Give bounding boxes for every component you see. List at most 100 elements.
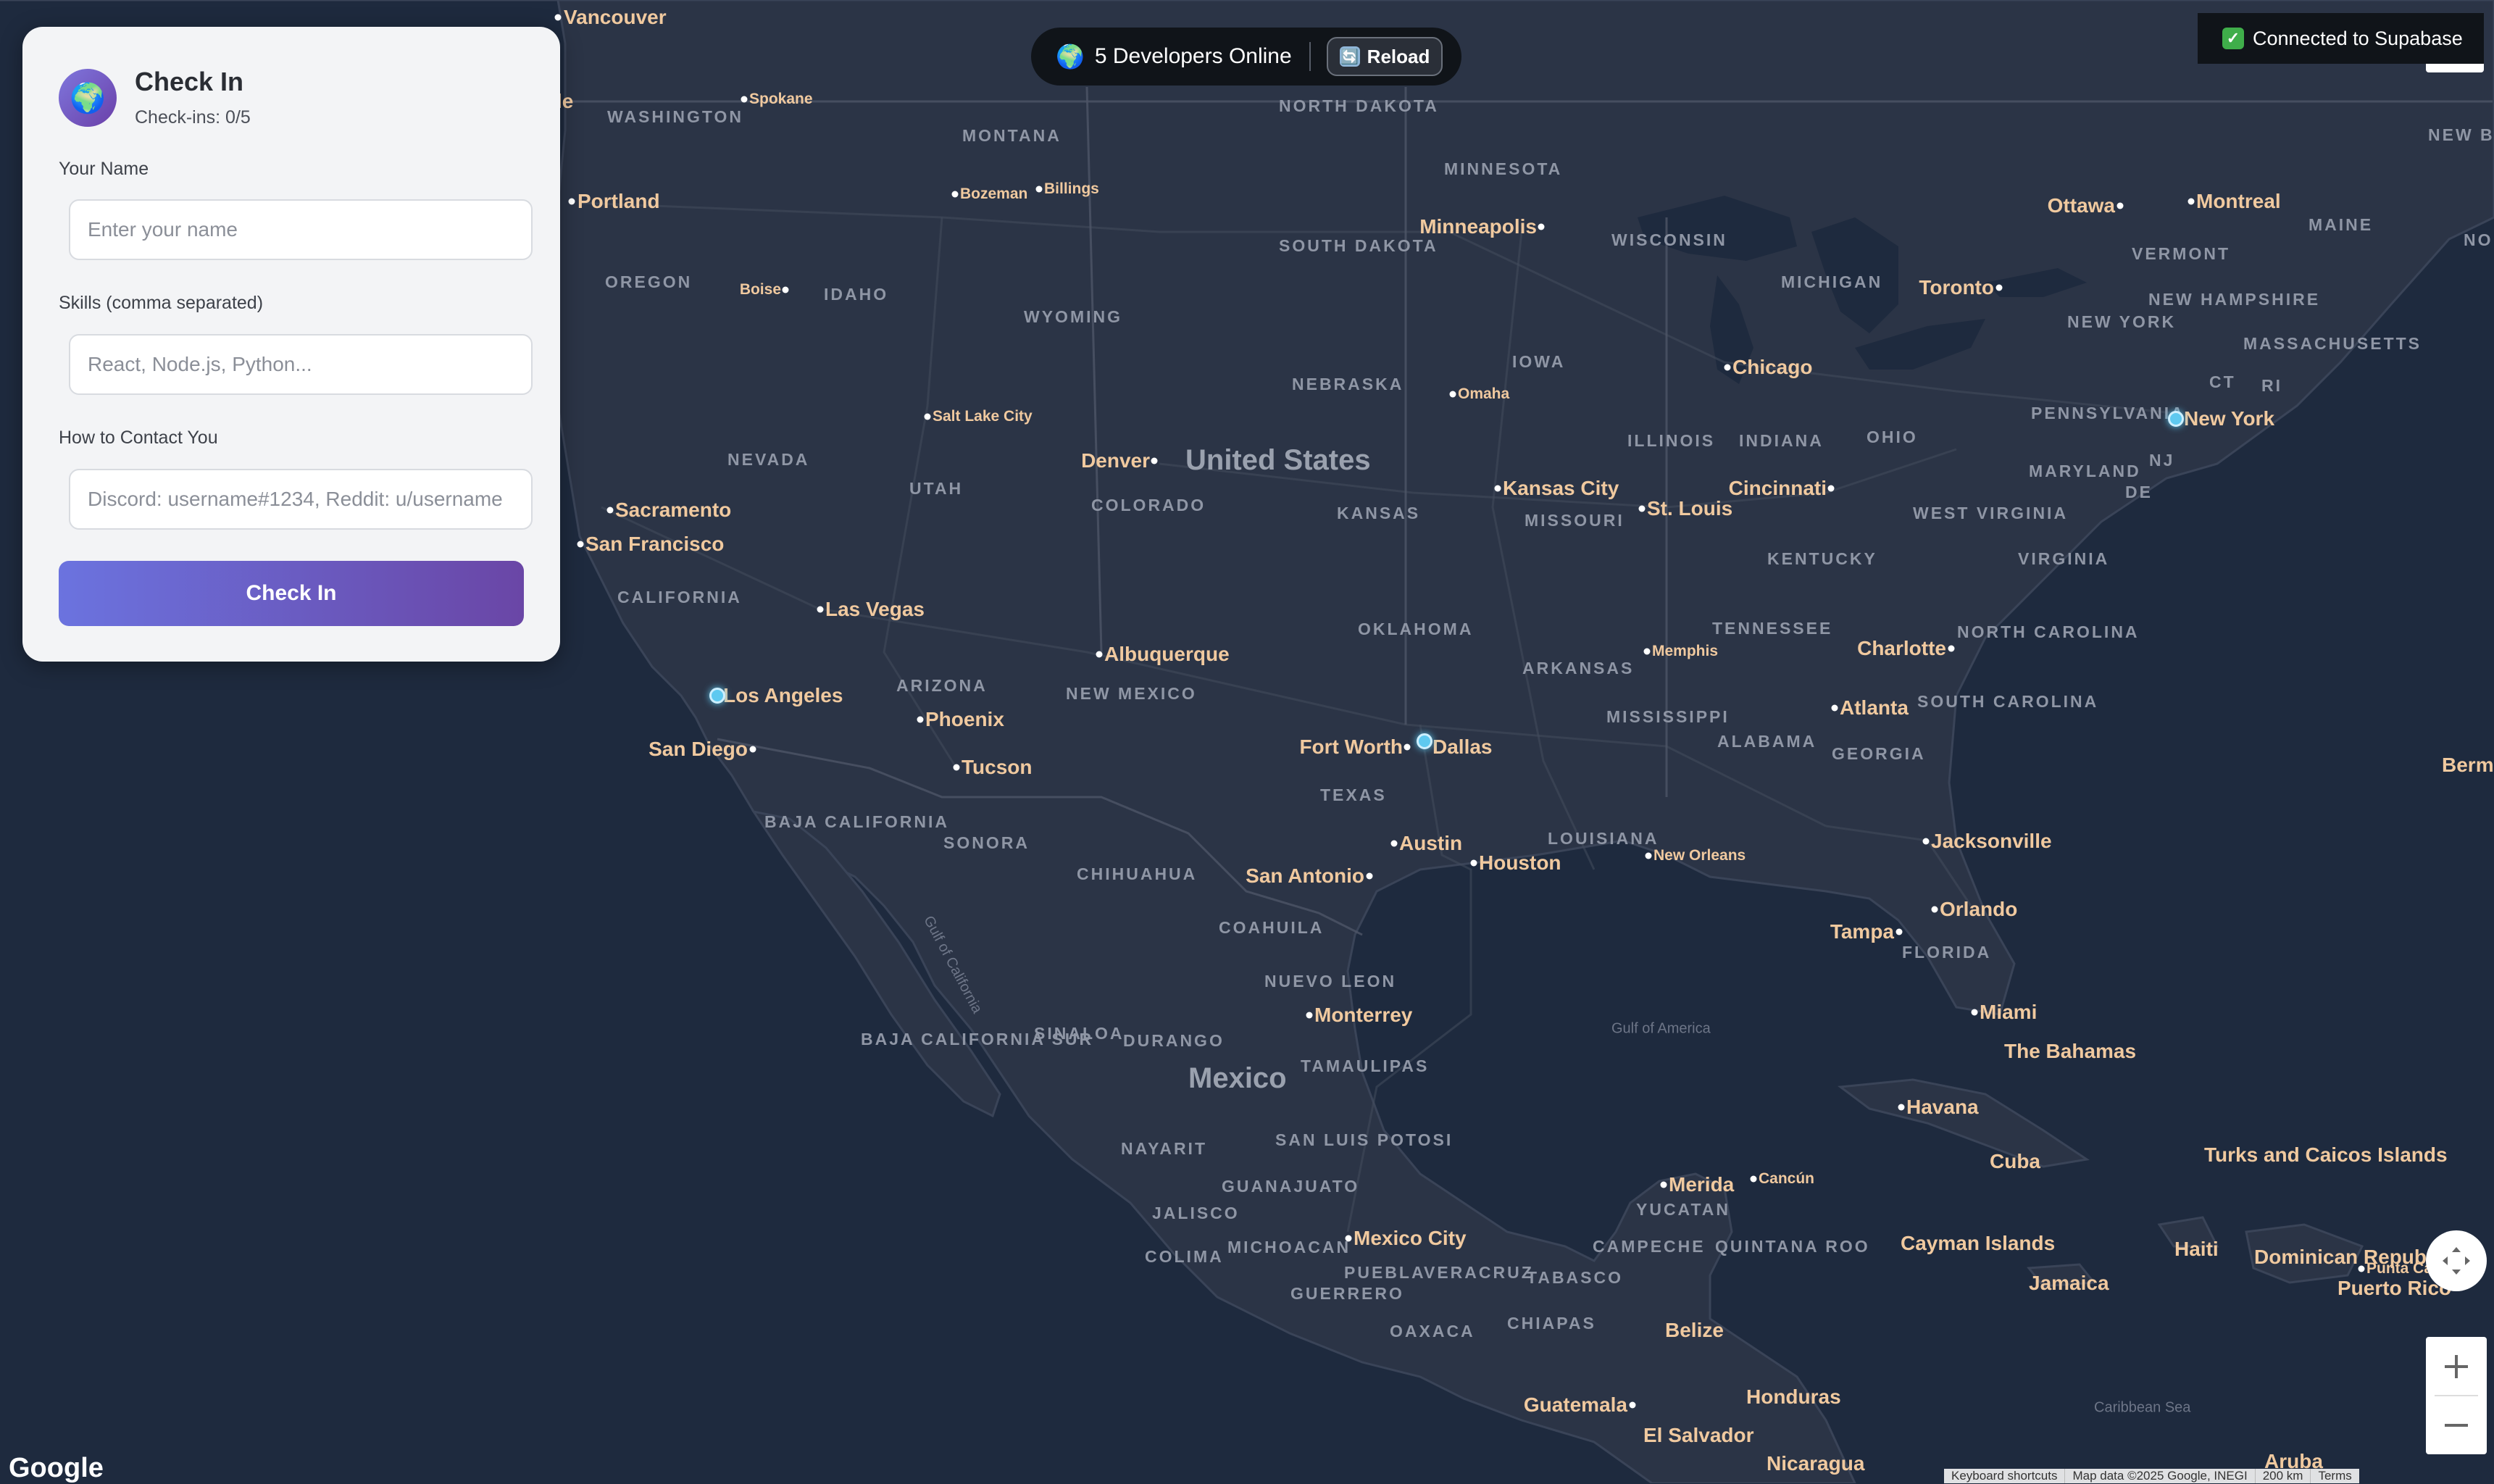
city-label: Omaha [1458, 385, 1510, 402]
city-dot [1345, 1235, 1352, 1242]
city-label: St. Louis [1647, 497, 1733, 520]
state-label: NAYARIT [1121, 1139, 1207, 1158]
state-label: VERACRUZ [1424, 1263, 1534, 1282]
skills-input[interactable] [69, 334, 533, 395]
state-label: WYOMING [1024, 307, 1122, 326]
state-label: SOUTH CAROLINA [1917, 692, 2096, 711]
city-dot [1470, 859, 1477, 867]
city-dot [1724, 364, 1731, 371]
developer-pin[interactable] [2168, 411, 2184, 427]
city-label: Miami [1980, 1001, 2038, 1023]
developers-online-count: 5 Developers Online [1094, 44, 1292, 68]
state-label: OAXACA [1390, 1322, 1475, 1341]
city-label: San Antonio [1246, 864, 1364, 887]
developer-pin[interactable] [1417, 733, 1432, 749]
state-label: ILLINOIS [1627, 431, 1716, 450]
city-label: Jacksonville [1931, 830, 2052, 852]
panel-title: Check In [135, 67, 244, 96]
state-label: CHIAPAS [1507, 1314, 1596, 1333]
city-label: Guatemala [1523, 1393, 1627, 1416]
city-label: Montreal [2196, 190, 2281, 212]
reload-button[interactable]: 🔄 Reload [1326, 37, 1443, 76]
state-label: COLIMA [1145, 1247, 1224, 1266]
city-label: Orlando [1940, 898, 2018, 920]
name-input[interactable] [69, 199, 533, 260]
state-label: GUERRERO [1290, 1284, 1404, 1303]
keyboard-shortcuts-link[interactable]: Keyboard shortcuts [1944, 1469, 2064, 1483]
city-label: San Diego [648, 738, 748, 760]
city-dot [749, 746, 756, 753]
city-label: Fort Worth [1299, 735, 1403, 758]
city-label: Bozeman [960, 186, 1028, 202]
water-label: Gulf of America [1611, 1020, 1711, 1037]
zoom-in-button[interactable] [2426, 1337, 2487, 1396]
camera-control-button[interactable] [2426, 1230, 2487, 1291]
city-label: Cincinnati [1728, 477, 1827, 499]
state-label: IOWA [1512, 352, 1566, 371]
terms-link[interactable]: Terms [2310, 1469, 2359, 1483]
city-label: Phoenix [925, 708, 1004, 730]
state-label: JALISCO [1152, 1204, 1240, 1222]
city-dot [554, 14, 562, 21]
state-label: RI [2261, 376, 2282, 395]
city-label: Berm [2442, 754, 2494, 776]
city-label: El Salvador [1643, 1424, 1754, 1446]
city-dot [1948, 645, 1955, 652]
state-label: SINALOA [1034, 1024, 1125, 1043]
city-label: Billings [1044, 180, 1099, 197]
city-dot [1971, 1009, 1978, 1016]
developer-pin[interactable] [709, 688, 725, 704]
city-dot [2188, 198, 2195, 205]
state-label: PENNSYLVANIA [2031, 404, 2185, 422]
connection-status-label: Connected to Supabase [2253, 27, 2463, 49]
state-label: NEVADA [727, 450, 810, 469]
city-dot [1404, 743, 1411, 751]
city-label: Portland [577, 190, 660, 212]
check-in-button[interactable]: Check In [59, 561, 524, 626]
city-label: Kansas City [1503, 477, 1619, 499]
city-dot [1096, 651, 1103, 658]
city-dot [1494, 485, 1501, 492]
city-label: New Orleans [1653, 847, 1746, 864]
city-label: Salt Lake City [933, 408, 1033, 425]
state-label: WEST VIRGINIA [1913, 504, 2069, 522]
name-label: Your Name [59, 159, 149, 179]
move-arrows-icon [2443, 1247, 2470, 1275]
city-label: Charlotte [1857, 637, 1946, 659]
contact-label: How to Contact You [59, 428, 218, 448]
city-label: Boise [739, 281, 781, 298]
city-label: Chicago [1732, 356, 1813, 378]
refresh-icon: 🔄 [1339, 46, 1360, 67]
state-label: NEW HAMPSHIRE [2148, 290, 2318, 309]
skills-label: Skills (comma separated) [59, 293, 264, 313]
city-label: Albuquerque [1104, 643, 1230, 665]
google-logo: Google [9, 1453, 104, 1483]
city-label: Cuba [1990, 1150, 2040, 1172]
state-label: NEBRASKA [1292, 375, 1404, 393]
city-label: Spokane [749, 91, 813, 107]
scale-bar[interactable]: 200 km [2254, 1469, 2311, 1483]
zoom-out-button[interactable] [2426, 1396, 2487, 1454]
zoom-controls [2426, 1337, 2487, 1454]
city-dot [1827, 485, 1835, 492]
city-label: The Bahamas [2004, 1040, 2137, 1062]
city-dot [577, 541, 584, 548]
state-label: MASSACHUSETTS [2243, 334, 2422, 353]
city-label: Las Vegas [825, 598, 925, 620]
contact-input[interactable] [69, 469, 533, 530]
city-dot [741, 96, 748, 103]
check-in-panel: 🌍 Check In Check-ins: 0/5 Your Name Skil… [22, 27, 560, 662]
state-label: COLORADO [1091, 496, 1206, 514]
state-label: INDIANA [1739, 431, 1824, 450]
city-label: Ottawa [2047, 194, 2115, 217]
state-label: ALABAMA [1717, 732, 1817, 751]
connection-status: ✓ Connected to Supabase [2198, 13, 2484, 64]
city-label: Cayman Islands [1901, 1233, 2055, 1254]
city-label: Minneapolis [1419, 215, 1537, 238]
state-label: MARYLAND [2029, 462, 2141, 480]
city-label: Dominican Republic [2254, 1246, 2450, 1268]
city-dot [917, 716, 924, 723]
state-label: TAMAULIPAS [1301, 1056, 1430, 1075]
state-label: NO [2464, 230, 2493, 249]
online-status-bar: 🌍 5 Developers Online 🔄 Reload [1031, 28, 1461, 86]
